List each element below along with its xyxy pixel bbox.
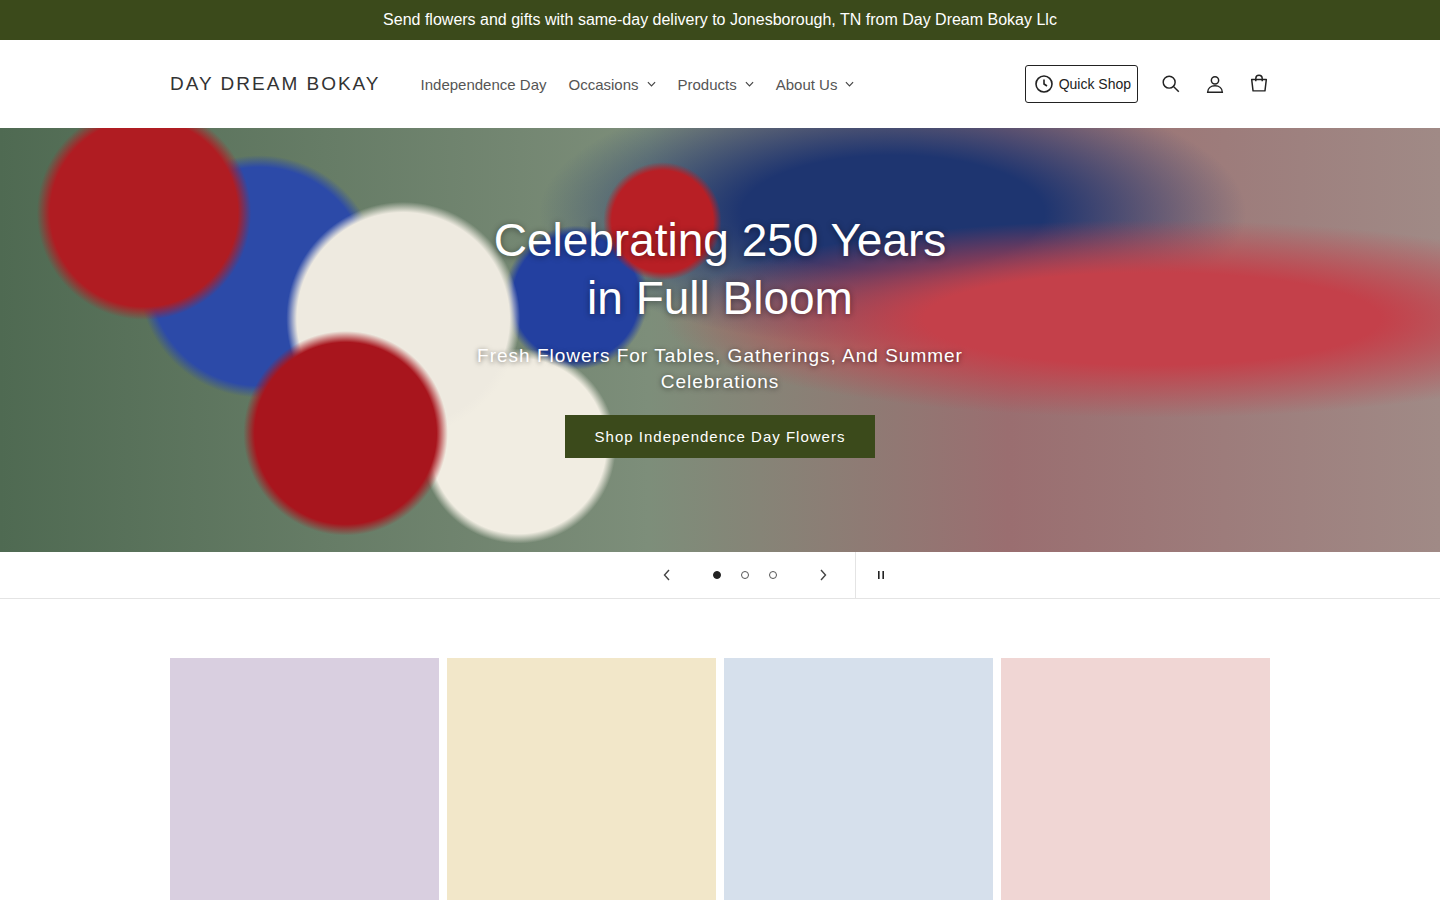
product-card[interactable] bbox=[170, 658, 439, 900]
hero-subtitle: Fresh Flowers For Tables, Gatherings, An… bbox=[435, 343, 1005, 395]
nav-item[interactable]: Products bbox=[678, 76, 754, 93]
product-grid bbox=[170, 658, 1270, 900]
pause-icon[interactable] bbox=[876, 570, 886, 580]
hero-content: Celebrating 250 Yearsin Full Bloom Fresh … bbox=[0, 128, 1440, 552]
main-nav: Independence Day Occasions Products About U… bbox=[421, 76, 855, 93]
slide-dot[interactable] bbox=[769, 571, 777, 579]
chevron-down-icon bbox=[845, 81, 854, 87]
hero-title: Celebrating 250 Yearsin Full Bloom bbox=[494, 211, 947, 327]
account-icon[interactable] bbox=[1204, 73, 1226, 95]
page: Send flowers and gifts with same-day del… bbox=[0, 0, 1440, 900]
hero-photo bbox=[0, 128, 1440, 552]
header-actions: Quick Shop bbox=[1025, 65, 1270, 103]
site-header: DAY DREAM BOKAY Independence Day Occasions… bbox=[0, 40, 1440, 128]
search-icon[interactable] bbox=[1160, 73, 1182, 95]
previous-arrow-icon[interactable] bbox=[663, 569, 671, 581]
clock-icon bbox=[1034, 74, 1054, 94]
logo[interactable]: DAY DREAM BOKAY bbox=[170, 73, 381, 95]
hero-banner: Celebrating 250 Yearsin Full Bloom Fresh … bbox=[0, 128, 1440, 552]
chevron-down-icon bbox=[647, 81, 656, 87]
announcement-bar: Send flowers and gifts with same-day del… bbox=[0, 0, 1440, 40]
hero-cta-button[interactable]: Shop Independence Day Flowers bbox=[565, 415, 876, 458]
cart-icon[interactable] bbox=[1248, 73, 1270, 95]
slide-dot[interactable] bbox=[713, 571, 721, 579]
next-arrow-icon[interactable] bbox=[819, 569, 827, 581]
nav-item[interactable]: Independence Day bbox=[421, 76, 547, 93]
product-card[interactable] bbox=[724, 658, 993, 900]
quick-shop-button[interactable]: Quick Shop bbox=[1025, 65, 1138, 103]
nav-item[interactable]: About Us bbox=[776, 76, 855, 93]
slider-controls bbox=[0, 552, 1440, 599]
announcement-text: Send flowers and gifts with same-day del… bbox=[383, 11, 1057, 29]
product-card[interactable] bbox=[1001, 658, 1270, 900]
product-card[interactable] bbox=[447, 658, 716, 900]
slide-dot[interactable] bbox=[741, 571, 749, 579]
nav-item[interactable]: Occasions bbox=[568, 76, 655, 93]
chevron-down-icon bbox=[745, 81, 754, 87]
